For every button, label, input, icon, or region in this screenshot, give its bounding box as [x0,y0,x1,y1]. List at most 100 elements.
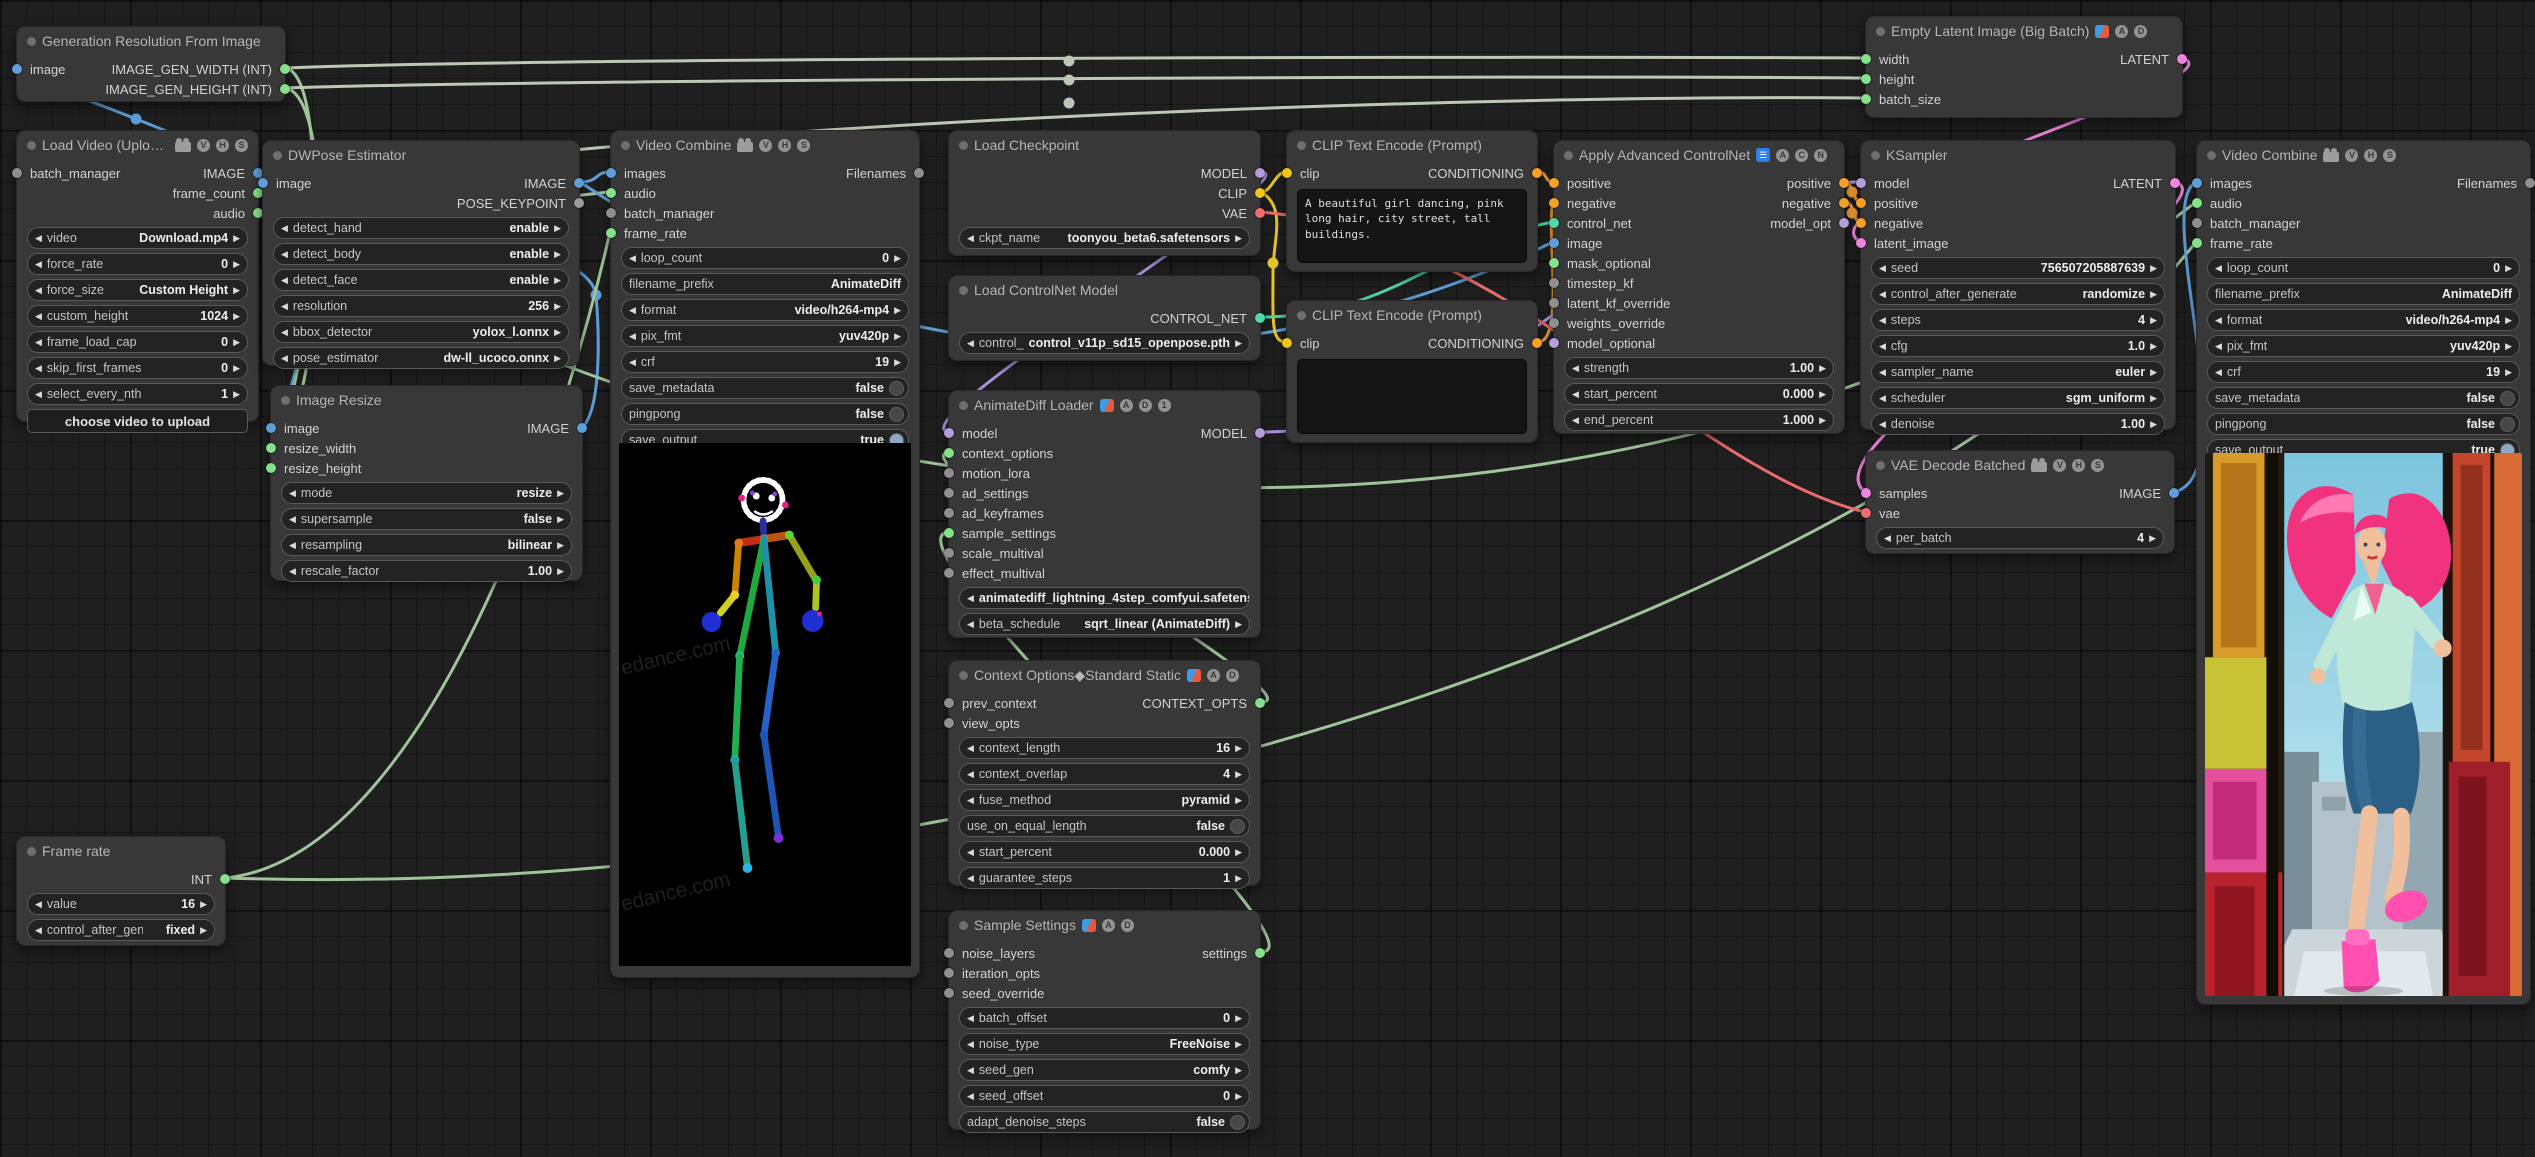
increment-arrow-icon[interactable]: ▶ [1235,338,1242,348]
collapse-dot-icon[interactable] [621,140,630,150]
output-port-VAE[interactable] [1255,208,1265,218]
collapse-dot-icon[interactable] [959,140,968,150]
increment-arrow-icon[interactable]: ▶ [200,899,207,909]
input-port-image[interactable] [266,423,276,433]
increment-arrow-icon[interactable]: ▶ [1235,1039,1242,1049]
widget-bbox_detector[interactable]: ◀ bbox_detector yolox_l.onnx ▶ [273,321,569,343]
increment-arrow-icon[interactable]: ▶ [1235,769,1242,779]
decrement-arrow-icon[interactable]: ◀ [629,357,636,367]
widget-beta_schedule[interactable]: ◀ beta_schedule sqrt_linear (AnimateDiff) ▶ [959,613,1250,635]
increment-arrow-icon[interactable]: ▶ [894,357,901,367]
upload-video-button[interactable]: choose video to upload [27,409,248,433]
widget-detect_hand[interactable]: ◀ detect_hand enable ▶ [273,217,569,239]
input-port-image[interactable] [1549,238,1559,248]
decrement-arrow-icon[interactable]: ◀ [35,285,42,295]
input-port-scale_multival[interactable] [944,548,954,558]
input-port-control_net[interactable] [1549,218,1559,228]
input-port-timestep_kf[interactable] [1549,278,1559,288]
widget-crf[interactable]: ◀ crf 19 ▶ [621,351,909,373]
wire-dot[interactable] [1063,74,1075,86]
node-load-controlnet[interactable]: Load ControlNet Model CONTROL_NET ◀ control… [948,275,1265,361]
collapse-dot-icon[interactable] [959,670,968,680]
widget-steps[interactable]: ◀ steps 4 ▶ [1871,309,2165,331]
collapse-dot-icon[interactable] [959,920,968,930]
input-port-latent_image[interactable] [1856,238,1866,248]
widget-loop_count[interactable]: ◀ loop_count 0 ▶ [621,247,909,269]
widget-sampler_name[interactable]: ◀ sampler_name euler ▶ [1871,361,2165,383]
input-port-weights_override[interactable] [1549,318,1559,328]
widget-fuse_method[interactable]: ◀ fuse_method pyramid ▶ [959,789,1250,811]
wire-dot[interactable] [1846,207,1858,219]
node-title-bar[interactable]: VAE Decode Batched V H S [1866,451,2174,479]
output-port-LATENT[interactable] [2170,178,2180,188]
input-port-height[interactable] [1861,74,1871,84]
node-title-bar[interactable]: CLIP Text Encode (Prompt) [1287,301,1537,329]
increment-arrow-icon[interactable]: ▶ [1819,363,1826,373]
input-port-ad_keyframes[interactable] [944,508,954,518]
widget-seed[interactable]: ◀ seed 756507205887639 ▶ [1871,257,2165,279]
increment-arrow-icon[interactable]: ▶ [557,488,564,498]
node-title-bar[interactable]: Video Combine V H S [611,131,919,159]
node-frame-rate[interactable]: Frame rate INT ◀ value 16 ▶ ◀ control_after_gen… [16,836,230,946]
output-port-positive[interactable] [1839,178,1849,188]
increment-arrow-icon[interactable]: ▶ [554,275,561,285]
output-port-IMAGE[interactable] [2169,488,2179,498]
collapse-dot-icon[interactable] [1564,150,1573,160]
wire-dot[interactable] [130,113,142,125]
increment-arrow-icon[interactable]: ▶ [2505,263,2512,273]
input-port-positive[interactable] [1856,198,1866,208]
decrement-arrow-icon[interactable]: ◀ [967,1091,974,1101]
input-port-audio[interactable] [606,188,616,198]
decrement-arrow-icon[interactable]: ◀ [967,1065,974,1075]
widget-force_rate[interactable]: ◀ force_rate 0 ▶ [27,253,248,275]
increment-arrow-icon[interactable]: ▶ [554,249,561,259]
widget-select_every_nth[interactable]: ◀ select_every_nth 1 ▶ [27,383,248,405]
node-video-combine-right[interactable]: Video Combine V H Simages Filenames audio batc… [2192,140,2535,1005]
widget-resampling[interactable]: ◀ resampling bilinear ▶ [281,534,572,556]
collapse-dot-icon[interactable] [1876,26,1885,36]
decrement-arrow-icon[interactable]: ◀ [967,593,974,603]
node-title-bar[interactable]: Load Video (Upload) V H S [17,131,258,159]
wire-dot[interactable] [1846,186,1858,198]
node-gen-res[interactable]: Generation Resolution From Image image IMA… [12,26,290,102]
widget-crf[interactable]: ◀ crf 19 ▶ [2207,361,2520,383]
input-port-batch_manager[interactable] [2192,218,2202,228]
widget-strength[interactable]: ◀ strength 1.00 ▶ [1564,357,1834,379]
widget-filename_prefix[interactable]: filename_prefix AnimateDiff [621,273,909,295]
decrement-arrow-icon[interactable]: ◀ [1572,415,1579,425]
input-port-noise_layers[interactable] [944,948,954,958]
decrement-arrow-icon[interactable]: ◀ [1572,363,1579,373]
increment-arrow-icon[interactable]: ▶ [1235,233,1242,243]
increment-arrow-icon[interactable]: ▶ [554,327,561,337]
toggle-knob[interactable] [2500,390,2515,406]
widget-pingpong[interactable]: pingpong false [2207,413,2520,435]
decrement-arrow-icon[interactable]: ◀ [1879,393,1886,403]
node-title-bar[interactable]: CLIP Text Encode (Prompt) [1287,131,1537,159]
decrement-arrow-icon[interactable]: ◀ [967,233,974,243]
widget-custom_height[interactable]: ◀ custom_height 1024 ▶ [27,305,248,327]
decrement-arrow-icon[interactable]: ◀ [35,899,42,909]
output-port-settings[interactable] [1255,948,1265,958]
increment-arrow-icon[interactable]: ▶ [2150,263,2157,273]
increment-arrow-icon[interactable]: ▶ [894,305,901,315]
increment-arrow-icon[interactable]: ▶ [554,301,561,311]
decrement-arrow-icon[interactable]: ◀ [967,1039,974,1049]
decrement-arrow-icon[interactable]: ◀ [2215,341,2222,351]
node-title-bar[interactable]: Load ControlNet Model [949,276,1260,304]
collapse-dot-icon[interactable] [281,395,290,405]
increment-arrow-icon[interactable]: ▶ [1235,847,1242,857]
input-port-negative[interactable] [1856,218,1866,228]
decrement-arrow-icon[interactable]: ◀ [35,311,42,321]
input-port-iteration_opts[interactable] [944,968,954,978]
widget-context_length[interactable]: ◀ context_length 16 ▶ [959,737,1250,759]
decrement-arrow-icon[interactable]: ◀ [1884,533,1891,543]
toggle-knob[interactable] [1230,818,1245,834]
decrement-arrow-icon[interactable]: ◀ [2215,367,2222,377]
decrement-arrow-icon[interactable]: ◀ [35,389,42,399]
input-port-latent_kf_override[interactable] [1549,298,1559,308]
collapse-dot-icon[interactable] [1297,310,1306,320]
collapse-dot-icon[interactable] [1871,150,1880,160]
input-port-prev_context[interactable] [944,698,954,708]
input-port-clip[interactable] [1282,168,1292,178]
increment-arrow-icon[interactable]: ▶ [233,311,240,321]
